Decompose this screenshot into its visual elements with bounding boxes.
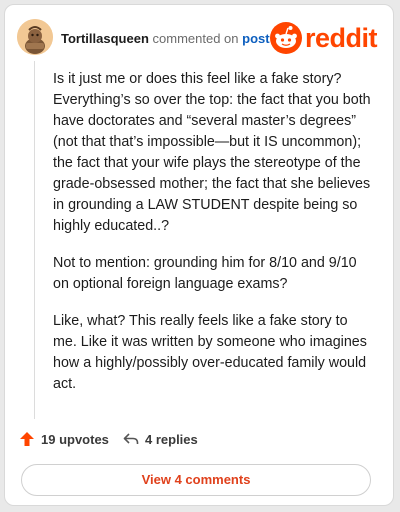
byline-action: commented on	[152, 31, 239, 46]
upvote-arrow-icon[interactable]	[19, 431, 35, 447]
upvote-count[interactable]: 19 upvotes	[41, 432, 109, 447]
comment-body: Is it just me or does this feel like a f…	[53, 69, 371, 411]
post-link[interactable]: post	[242, 31, 269, 46]
reddit-logo[interactable]: reddit	[269, 21, 381, 55]
comment-paragraph: Not to mention: grounding him for 8/10 a…	[53, 255, 357, 292]
comment-paragraph: Is it just me or does this feel like a f…	[53, 71, 371, 234]
username-link[interactable]: Tortillasqueen	[61, 31, 149, 46]
reply-arrow-icon[interactable]	[123, 431, 139, 447]
avatar-icon	[17, 19, 53, 55]
view-comments-button[interactable]: View 4 comments	[21, 464, 371, 496]
comment-byline: Tortillasqueen commented on post	[61, 31, 270, 46]
user-avatar[interactable]	[17, 19, 53, 55]
comment-header: Tortillasqueen commented on post reddit	[17, 17, 381, 57]
comment-actions: 19 upvotes 4 replies	[19, 429, 381, 451]
reply-count[interactable]: 4 replies	[145, 432, 198, 447]
comment-paragraph: Like, what? This really feels like a fak…	[53, 313, 367, 392]
thread-line	[34, 61, 35, 419]
reddit-alien-icon	[270, 22, 302, 54]
comment-card: Tortillasqueen commented on post reddit …	[4, 4, 394, 506]
brand-wordmark: reddit	[305, 23, 378, 53]
